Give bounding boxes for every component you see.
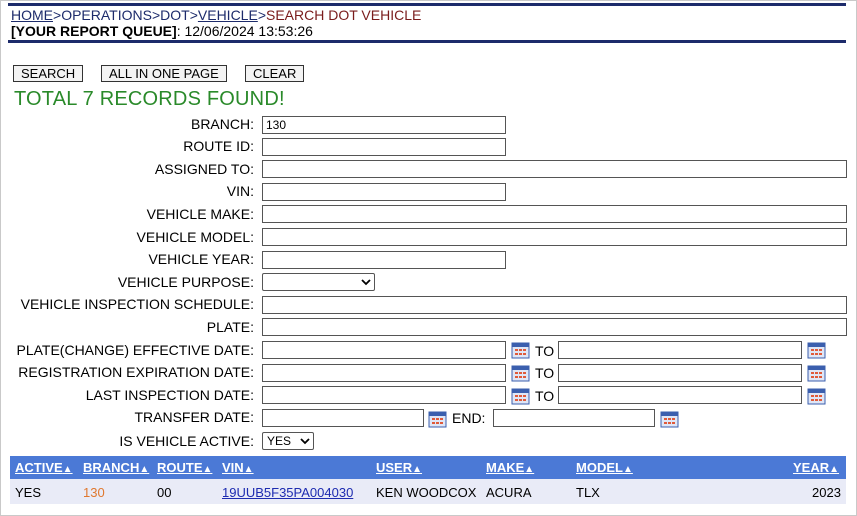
branch-label: BRANCH: — [190, 116, 254, 132]
breadcrumb-separator: > — [53, 7, 62, 23]
registration-expiration-date-label: REGISTRATION EXPIRATION DATE: — [18, 364, 254, 380]
cell-model: TLX — [576, 485, 600, 500]
registration-expiration-date-to-label: TO — [535, 365, 555, 381]
inspection-schedule-input[interactable] — [262, 296, 847, 314]
calendar-icon[interactable] — [428, 410, 447, 428]
calendar-icon[interactable] — [511, 341, 530, 359]
route-id-input[interactable] — [262, 138, 506, 156]
is-vehicle-active-selected: YES — [267, 434, 292, 448]
breadcrumb: HOME>OPERATIONS>DOT>VEHICLE>SEARCH DOT V… — [11, 7, 421, 23]
vehicle-model-label: VEHICLE MODEL: — [136, 229, 254, 245]
inspection-schedule-label: VEHICLE INSPECTION SCHEDULE: — [20, 296, 254, 312]
vin-label: VIN: — [226, 183, 254, 199]
last-inspection-date-to-label: TO — [535, 388, 555, 404]
sort-arrow-icon: ▲ — [62, 464, 73, 475]
last-inspection-date-to-input[interactable] — [558, 386, 802, 404]
vehicle-year-input[interactable] — [262, 251, 506, 269]
chevron-down-icon — [300, 438, 310, 445]
column-header-model[interactable]: MODEL▲ — [576, 460, 633, 477]
registration-expiration-date-to-input[interactable] — [558, 364, 802, 382]
report-queue: [YOUR REPORT QUEUE]: 12/06/2024 13:53:26 — [11, 23, 313, 39]
column-header-user[interactable]: USER▲ — [376, 460, 422, 477]
last-inspection-date-from-input[interactable] — [262, 386, 506, 404]
assigned-to-input[interactable] — [262, 160, 847, 178]
branch-input[interactable]: 130 — [262, 116, 506, 134]
transfer-date-end-label: END: — [452, 410, 486, 426]
report-queue-label: [YOUR REPORT QUEUE] — [11, 23, 177, 39]
transfer-date-start-input[interactable] — [262, 409, 424, 427]
vin-input[interactable] — [262, 183, 506, 201]
breadcrumb-dot: DOT — [160, 7, 190, 23]
sort-arrow-icon: ▲ — [524, 464, 535, 475]
plate-effective-date-to-input[interactable] — [558, 341, 802, 359]
cell-vin-link[interactable]: 19UUB5F35PA004030 — [222, 485, 353, 500]
breadcrumb-vehicle-link[interactable]: VEHICLE — [198, 7, 258, 23]
calendar-icon[interactable] — [660, 410, 679, 428]
calendar-icon[interactable] — [807, 387, 826, 405]
sort-arrow-icon: ▲ — [622, 464, 633, 475]
chevron-down-icon — [361, 279, 371, 286]
cell-user: KEN WOODCOX — [376, 485, 477, 500]
cell-year: 2023 — [812, 485, 841, 500]
calendar-icon[interactable] — [807, 341, 826, 359]
search-button[interactable]: SEARCH — [13, 65, 84, 82]
plate-effective-date-label: PLATE(CHANGE) EFFECTIVE DATE: — [16, 342, 254, 358]
results-table-header: ACTIVE▲ BRANCH▲ ROUTE▲ VIN▲ USER▲ MAKE▲ … — [10, 456, 846, 479]
records-found-message: TOTAL 7 RECORDS FOUND! — [14, 88, 285, 110]
vehicle-model-input[interactable] — [262, 228, 847, 246]
breadcrumb-separator: > — [189, 7, 198, 23]
column-header-year[interactable]: YEAR▲ — [793, 460, 839, 477]
calendar-icon[interactable] — [511, 364, 530, 382]
clear-button[interactable]: CLEAR — [245, 65, 305, 82]
all-in-one-page-button[interactable]: ALL IN ONE PAGE — [101, 65, 227, 82]
breadcrumb-separator: > — [151, 7, 161, 23]
vehicle-purpose-label: VEHICLE PURPOSE: — [117, 274, 254, 290]
breadcrumb-home-link[interactable]: HOME — [11, 7, 53, 23]
vehicle-make-label: VEHICLE MAKE: — [146, 206, 254, 222]
sort-arrow-icon: ▲ — [412, 464, 423, 475]
column-header-branch[interactable]: BRANCH▲ — [83, 460, 149, 477]
breadcrumb-operations: OPERATIONS — [61, 7, 152, 23]
report-queue-timestamp: : 12/06/2024 13:53:26 — [176, 23, 313, 39]
vehicle-year-label: VEHICLE YEAR: — [148, 251, 254, 267]
breadcrumb-separator: > — [257, 7, 266, 23]
sort-arrow-icon: ▲ — [139, 464, 150, 475]
sort-arrow-icon: ▲ — [202, 464, 213, 475]
transfer-date-label: TRANSFER DATE: — [134, 409, 254, 425]
vehicle-make-input[interactable] — [262, 205, 847, 223]
plate-label: PLATE: — [206, 319, 254, 335]
assigned-to-label: ASSIGNED TO: — [154, 161, 254, 177]
cell-active: YES — [15, 485, 42, 500]
calendar-icon[interactable] — [511, 387, 530, 405]
column-header-route[interactable]: ROUTE▲ — [157, 460, 212, 477]
column-header-make[interactable]: MAKE▲ — [486, 460, 534, 477]
registration-expiration-date-from-input[interactable] — [262, 364, 506, 382]
column-header-vin[interactable]: VIN▲ — [222, 460, 254, 477]
plate-effective-date-from-input[interactable] — [262, 341, 506, 359]
cell-route: 00 — [157, 485, 172, 500]
header-bottom-rule — [8, 40, 846, 43]
transfer-date-end-input[interactable] — [493, 409, 655, 427]
is-vehicle-active-select[interactable]: YES — [262, 432, 314, 450]
route-id-label: ROUTE ID: — [183, 138, 254, 154]
calendar-icon[interactable] — [807, 364, 826, 382]
vehicle-purpose-select[interactable] — [262, 273, 375, 291]
cell-branch: 130 — [83, 485, 105, 500]
table-row: YES 130 00 19UUB5F35PA004030 KEN WOODCOX… — [10, 479, 846, 504]
sort-arrow-icon: ▲ — [829, 464, 840, 475]
last-inspection-date-label: LAST INSPECTION DATE: — [85, 387, 254, 403]
breadcrumb-current-page: SEARCH DOT VEHICLE — [266, 7, 422, 23]
cell-make: ACURA — [486, 485, 532, 500]
column-header-active[interactable]: ACTIVE▲ — [15, 460, 73, 477]
sort-arrow-icon: ▲ — [243, 464, 254, 475]
is-vehicle-active-label: IS VEHICLE ACTIVE: — [119, 433, 254, 449]
plate-input[interactable] — [262, 318, 847, 336]
header-top-rule — [8, 3, 846, 6]
plate-effective-date-to-label: TO — [535, 343, 555, 359]
